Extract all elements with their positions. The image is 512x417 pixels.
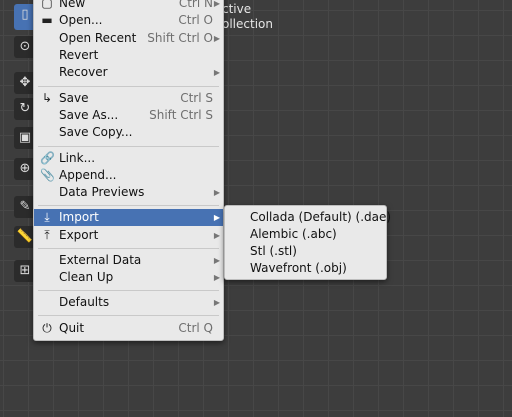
menu-item-save-as[interactable]: Save As... Shift Ctrl S [34, 107, 223, 124]
menu-item-new[interactable]: ▢ New Ctrl N ▶ [34, 0, 223, 12]
paperclip-icon: 📎 [40, 168, 55, 182]
menu-item-label: Append... [59, 168, 117, 182]
menu-item-label: Clean Up [59, 270, 114, 284]
select-box-icon: ▯ [21, 7, 29, 22]
save-icon: ↳ [41, 91, 53, 105]
submenu-arrow-icon: ▶ [213, 68, 220, 77]
scale-icon: ▣ [18, 130, 32, 145]
submenu-arrow-icon: ▶ [213, 213, 220, 222]
menu-item-external-data[interactable]: External Data ▶ [34, 252, 223, 269]
menu-item-link[interactable]: 🔗 Link... [34, 150, 223, 167]
menu-item-open-recent[interactable]: Open Recent Shift Ctrl O ▶ [34, 30, 223, 47]
menu-item-open[interactable]: ▬ Open... Ctrl O [34, 12, 223, 29]
submenu-arrow-icon: ▶ [213, 0, 220, 8]
import-stl[interactable]: Stl (.stl) [225, 243, 386, 260]
submenu-item-label: Collada (Default) (.dae) [250, 210, 392, 224]
submenu-arrow-icon: ▶ [213, 298, 220, 307]
menu-item-append[interactable]: 📎 Append... [34, 167, 223, 184]
menu-separator [38, 146, 219, 147]
menu-item-label: Export [59, 228, 99, 242]
measure-icon: 📏 [16, 229, 34, 244]
menu-separator [38, 290, 219, 291]
menu-item-label: Data Previews [59, 185, 145, 199]
import-wavefront[interactable]: Wavefront (.obj) [225, 260, 386, 277]
link-icon: 🔗 [40, 151, 55, 165]
menu-item-clean-up[interactable]: Clean Up ▶ [34, 269, 223, 286]
menu-item-label: Defaults [59, 295, 110, 309]
menu-item-shortcut: Ctrl Q [178, 321, 213, 335]
menu-item-label: New [59, 0, 86, 10]
submenu-arrow-icon: ▶ [213, 256, 220, 265]
menu-item-label: Save Copy... [59, 125, 133, 139]
annotate-icon: ✎ [19, 199, 31, 214]
menu-item-label: Revert [59, 48, 99, 62]
menu-item-save-copy[interactable]: Save Copy... [34, 124, 223, 141]
rotate-icon: ↻ [19, 101, 31, 116]
viewport-mode-text: ctive [222, 2, 252, 16]
menu-separator [38, 248, 219, 249]
menu-item-shortcut: Ctrl S [180, 91, 213, 105]
import-collada[interactable]: Collada (Default) (.dae) [225, 209, 391, 226]
file-menu: ▢ New Ctrl N ▶ ▬ Open... Ctrl O Open Rec… [33, 0, 224, 341]
export-icon: ⤒ [44, 228, 50, 242]
menu-separator [38, 315, 219, 316]
viewport-collection-text: ollection [222, 17, 273, 31]
menu-item-shortcut: Ctrl N [178, 0, 213, 10]
submenu-item-label: Stl (.stl) [250, 244, 297, 258]
menu-item-label: Open Recent [59, 31, 137, 45]
menu-item-shortcut: Ctrl O [178, 13, 213, 27]
menu-item-label: Recover [59, 65, 108, 79]
submenu-arrow-icon: ▶ [213, 188, 220, 197]
move-icon: ✥ [19, 75, 31, 90]
import-icon: ⤓ [44, 210, 50, 224]
menu-item-save[interactable]: ↳ Save Ctrl S [34, 90, 223, 107]
add-cube-icon: ⊞ [19, 263, 31, 278]
transform-icon: ⊕ [19, 161, 31, 176]
menu-item-label: Save [59, 91, 89, 105]
menu-separator [38, 205, 219, 206]
new-file-icon: ▢ [41, 0, 53, 10]
menu-item-data-previews[interactable]: Data Previews ▶ [34, 184, 223, 201]
cursor-icon: ⊙ [19, 39, 31, 54]
menu-item-label: Save As... [59, 108, 119, 122]
menu-item-recover[interactable]: Recover ▶ [34, 64, 223, 81]
menu-item-export[interactable]: ⤒ Export ▶ [34, 227, 223, 244]
menu-item-label: Open... [59, 13, 103, 27]
menu-item-defaults[interactable]: Defaults ▶ [34, 294, 223, 311]
menu-item-label: Import [59, 210, 99, 224]
menu-item-label: External Data [59, 253, 142, 267]
menu-item-import[interactable]: ⤓ Import ▶ [34, 209, 223, 226]
import-alembic[interactable]: Alembic (.abc) [225, 226, 386, 243]
menu-item-shortcut: Shift Ctrl O [147, 31, 213, 45]
menu-item-shortcut: Shift Ctrl S [149, 108, 213, 122]
submenu-arrow-icon: ▶ [213, 231, 220, 240]
submenu-item-label: Alembic (.abc) [250, 227, 337, 241]
menu-item-quit[interactable]: ⏻ Quit Ctrl Q [34, 320, 223, 337]
submenu-arrow-icon: ▶ [213, 273, 220, 282]
menu-item-label: Quit [59, 321, 85, 335]
import-submenu: Collada (Default) (.dae) Alembic (.abc) … [224, 205, 391, 280]
submenu-arrow-icon: ▶ [213, 34, 220, 43]
submenu-item-label: Wavefront (.obj) [250, 261, 347, 275]
folder-icon: ▬ [41, 13, 53, 27]
menu-item-revert[interactable]: Revert [34, 47, 223, 64]
menu-separator [38, 86, 219, 87]
power-icon: ⏻ [42, 321, 52, 335]
menu-item-label: Link... [59, 151, 96, 165]
